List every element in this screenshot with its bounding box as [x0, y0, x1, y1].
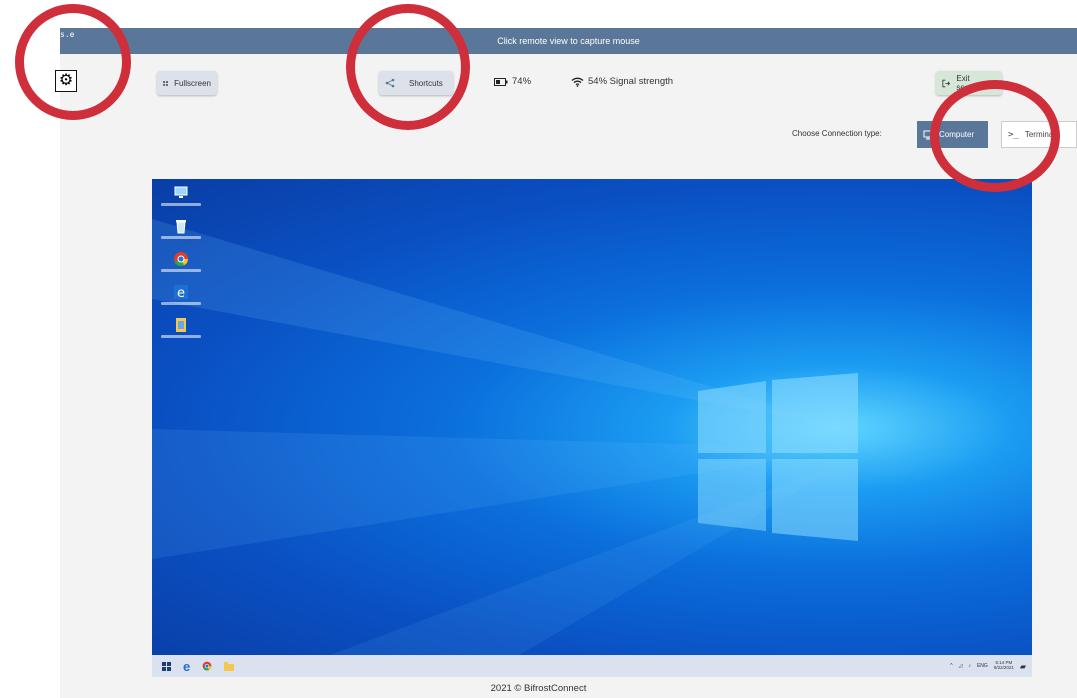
chrome-icon: [174, 252, 188, 267]
taskbar-chrome-icon[interactable]: [202, 661, 212, 671]
system-tray: ^ ◿ ♪ ENG 5:14 PM 9/22/2021 ▰: [950, 660, 1026, 671]
desktop-icon-label: [161, 302, 201, 305]
clock-date: 9/22/2021: [993, 665, 1014, 670]
computer-connection-button[interactable]: Computer: [917, 121, 988, 148]
desktop-icon-recycle-bin[interactable]: [158, 218, 204, 239]
taskbar-explorer-icon[interactable]: [224, 661, 235, 671]
battery-icon: [494, 77, 508, 86]
edge-icon: e: [174, 285, 188, 300]
shortcuts-button[interactable]: Shortcuts: [379, 71, 453, 95]
desktop-icon-this-pc[interactable]: [158, 185, 204, 206]
wallpaper-rays: [152, 219, 852, 677]
folder-icon: [176, 318, 186, 332]
taskbar-edge-icon[interactable]: e: [183, 660, 190, 673]
windows-logo: [698, 373, 858, 541]
capture-hint-bar[interactable]: s.e Click remote view to capture mouse: [60, 28, 1077, 54]
exit-session-button[interactable]: Exit session: [936, 71, 1002, 95]
chevron-up-icon[interactable]: ^: [950, 663, 952, 669]
corner-text: s.e: [60, 30, 75, 39]
battery-status: 74%: [494, 76, 531, 87]
desktop-icon-chrome[interactable]: [158, 251, 204, 272]
fullscreen-button[interactable]: Fullscreen: [157, 71, 217, 95]
app-root: s.e Click remote view to capture mouse ⚙…: [0, 0, 1077, 698]
taskbar-clock[interactable]: 5:14 PM 9/22/2021: [993, 660, 1014, 671]
language-indicator[interactable]: ENG: [977, 663, 988, 669]
svg-text:e: e: [177, 286, 185, 300]
this-pc-icon: [174, 186, 188, 198]
desktop-icon-label: [161, 269, 201, 272]
windows-taskbar: e ^ ◿ ♪ ENG 5:14 PM 9/22/2021 ▰: [152, 655, 1032, 677]
start-icon[interactable]: [162, 661, 171, 671]
desktop-icon-edge[interactable]: e: [158, 284, 204, 305]
fullscreen-label: Fullscreen: [174, 78, 211, 88]
recycle-bin-icon: [176, 220, 186, 234]
fullscreen-icon: [163, 80, 168, 86]
desktop-icon-label: [161, 335, 201, 338]
desktop-icon-label: [161, 203, 201, 206]
terminal-connection-button[interactable]: >_ Terminal: [1001, 121, 1077, 148]
shortcuts-label: Shortcuts: [409, 78, 443, 88]
exit-session-label: Exit session: [956, 74, 984, 92]
wifi-icon: [571, 77, 584, 87]
capture-hint-text: Click remote view to capture mouse: [497, 36, 640, 46]
signal-status: 54% Signal strength: [571, 76, 673, 87]
desktop-icons: e: [158, 185, 204, 338]
gear-icon[interactable]: ⚙: [55, 70, 77, 92]
exit-icon: [942, 79, 951, 87]
monitor-icon: [923, 130, 933, 139]
terminal-icon: >_: [1008, 129, 1019, 140]
volume-icon[interactable]: ♪: [968, 663, 971, 669]
terminal-label: Terminal: [1024, 130, 1056, 139]
computer-label: Computer: [939, 130, 975, 139]
connection-type-label: Choose Connection type:: [792, 129, 882, 138]
remote-desktop-view[interactable]: e e ^ ◿ ♪ ENG 5:14 PM 9/22/2021 ▰: [152, 179, 1032, 677]
desktop-icon-folder[interactable]: [158, 317, 204, 338]
desktop-icon-label: [161, 236, 201, 239]
network-icon[interactable]: ◿: [959, 663, 963, 669]
notification-icon[interactable]: ▰: [1020, 662, 1026, 671]
footer-text: 2021 © BifrostConnect: [490, 683, 587, 694]
signal-text: 54% Signal strength: [588, 76, 674, 87]
battery-text: 74%: [512, 76, 532, 87]
share-icon: [385, 78, 395, 88]
